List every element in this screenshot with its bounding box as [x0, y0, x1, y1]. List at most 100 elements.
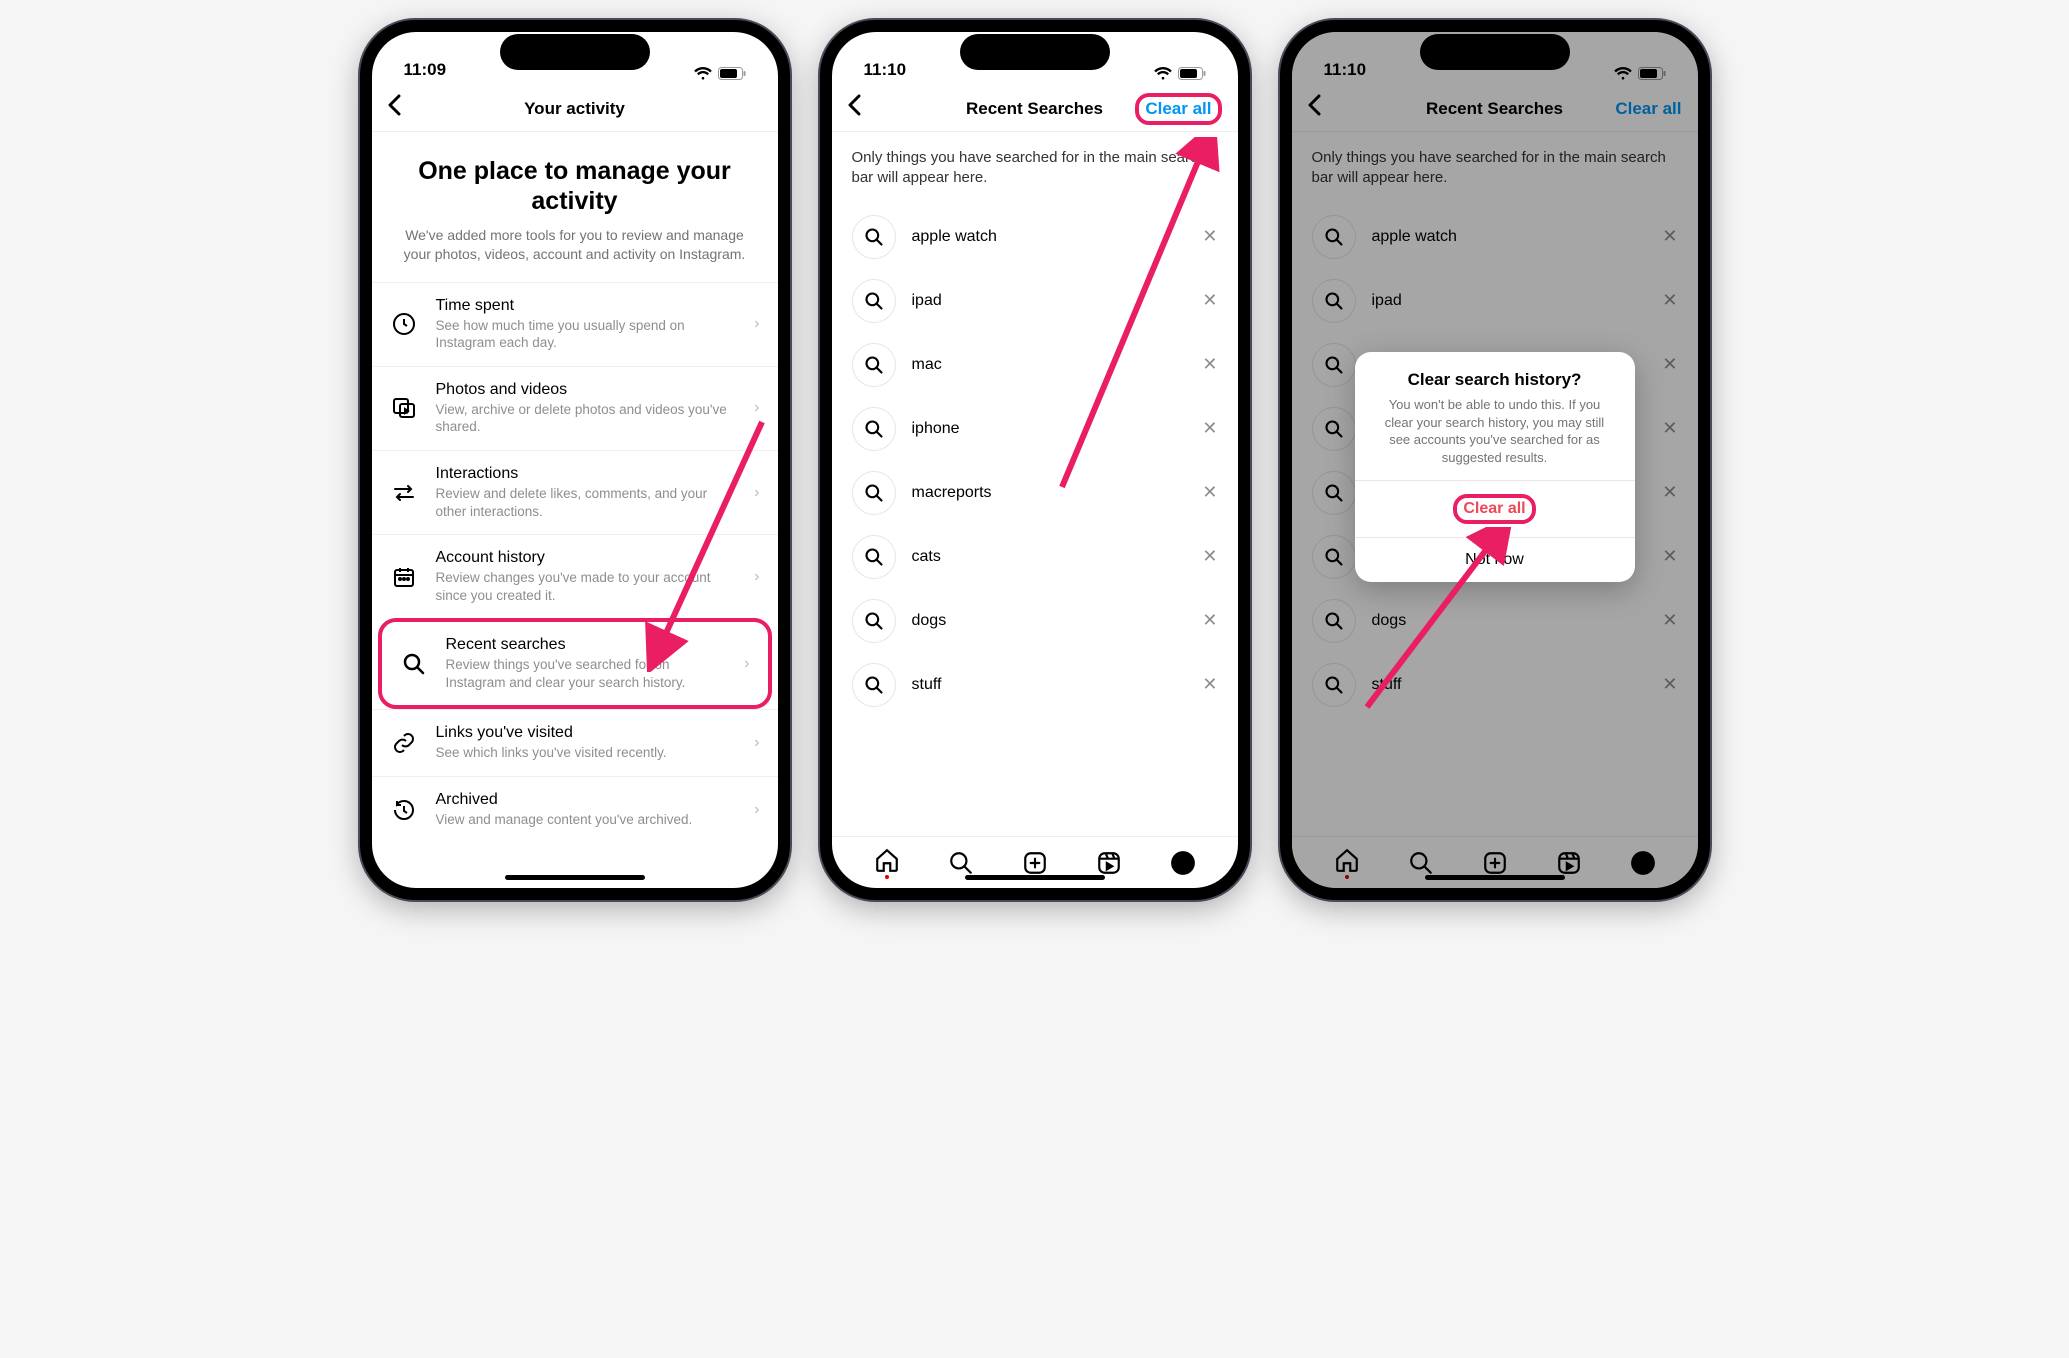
- phone-3: 11:10 Recent Searches Clear all Only thi…: [1280, 20, 1710, 900]
- remove-button[interactable]: ✕: [1202, 610, 1217, 631]
- battery-icon: [718, 67, 746, 80]
- search-term: iphone: [912, 420, 1187, 438]
- row-links-visited[interactable]: Links you've visited See which links you'…: [372, 709, 778, 776]
- search-term: stuff: [912, 676, 1187, 694]
- chevron-right-icon: ›: [754, 801, 759, 819]
- calendar-icon: [392, 565, 416, 589]
- tab-create[interactable]: [1022, 850, 1048, 876]
- chevron-right-icon: ›: [754, 315, 759, 333]
- chevron-right-icon: ›: [754, 568, 759, 586]
- row-time-spent[interactable]: Time spent See how much time you usually …: [372, 282, 778, 366]
- search-item[interactable]: dogs ✕: [832, 589, 1238, 653]
- search-term: apple watch: [912, 228, 1187, 246]
- search-icon: [852, 215, 896, 259]
- wifi-icon: [694, 67, 712, 80]
- home-indicator: [965, 875, 1105, 880]
- battery-icon: [1178, 67, 1206, 80]
- search-item[interactable]: ipad✕: [832, 269, 1238, 333]
- clear-all-button[interactable]: Clear all: [1135, 93, 1221, 125]
- row-subtitle: View and manage content you've archived.: [436, 811, 737, 829]
- dynamic-island: [960, 34, 1110, 70]
- link-icon: [392, 731, 416, 755]
- row-title: Recent searches: [446, 636, 727, 654]
- search-item[interactable]: apple watch ✕: [832, 205, 1238, 269]
- tab-search[interactable]: [948, 850, 974, 876]
- tab-bar: [832, 836, 1238, 888]
- remove-button[interactable]: ✕: [1202, 674, 1217, 695]
- search-term: mac: [912, 356, 1187, 374]
- wifi-icon: [1154, 67, 1172, 80]
- remove-button[interactable]: ✕: [1202, 290, 1217, 311]
- description-text: Only things you have searched for in the…: [832, 132, 1238, 205]
- chevron-right-icon: ›: [754, 399, 759, 417]
- row-title: Photos and videos: [436, 381, 737, 399]
- search-icon: [852, 407, 896, 451]
- search-term: cats: [912, 548, 1187, 566]
- archive-icon: [392, 798, 416, 822]
- remove-button[interactable]: ✕: [1202, 418, 1217, 439]
- nav-title: Recent Searches: [966, 99, 1103, 119]
- home-indicator: [505, 875, 645, 880]
- row-photos-videos[interactable]: Photos and videos View, archive or delete…: [372, 366, 778, 450]
- row-title: Account history: [436, 549, 737, 567]
- confirm-dialog: Clear search history? You won't be able …: [1355, 352, 1635, 582]
- search-term: macreports: [912, 484, 1187, 502]
- status-time: 11:10: [864, 60, 907, 80]
- row-subtitle: Review things you've searched for on Ins…: [446, 656, 727, 691]
- row-interactions[interactable]: InteractionsReview and delete likes, com…: [372, 450, 778, 534]
- row-title: Archived: [436, 791, 737, 809]
- search-icon: [852, 343, 896, 387]
- clock-icon: [392, 312, 416, 336]
- search-icon: [852, 279, 896, 323]
- remove-button[interactable]: ✕: [1202, 226, 1217, 247]
- back-button[interactable]: [848, 94, 861, 123]
- dialog-clear-all-label: Clear all: [1463, 500, 1525, 517]
- nav-header: Recent Searches Clear all: [832, 86, 1238, 132]
- tab-profile[interactable]: [1170, 850, 1196, 876]
- nav-header: Your activity: [372, 86, 778, 132]
- row-subtitle: View, archive or delete photos and video…: [436, 401, 737, 436]
- hero-subtitle: We've added more tools for you to review…: [394, 226, 756, 264]
- chevron-right-icon: ›: [744, 655, 749, 673]
- tab-home[interactable]: [874, 847, 900, 879]
- search-item[interactable]: mac ✕: [832, 333, 1238, 397]
- search-icon: [852, 471, 896, 515]
- hero-title: One place to manage your activity: [394, 156, 756, 216]
- row-archived[interactable]: Archived View and manage content you've a…: [372, 776, 778, 843]
- row-recent-searches[interactable]: Recent searches Review things you've sear…: [382, 622, 768, 705]
- back-button[interactable]: [388, 94, 401, 123]
- chevron-left-icon: [848, 94, 861, 116]
- chevron-left-icon: [388, 94, 401, 116]
- search-icon: [852, 599, 896, 643]
- remove-button[interactable]: ✕: [1202, 354, 1217, 375]
- dynamic-island: [500, 34, 650, 70]
- dialog-title: Clear search history?: [1375, 370, 1615, 390]
- dialog-not-now-button[interactable]: Not now: [1355, 537, 1635, 582]
- search-term: dogs: [912, 612, 1187, 630]
- phone-1: 11:09 Your activity One place to manage …: [360, 20, 790, 900]
- content-area: One place to manage your activity We've …: [372, 132, 778, 888]
- search-item[interactable]: iphone ✕: [832, 397, 1238, 461]
- row-subtitle: Review changes you've made to your accou…: [436, 569, 737, 604]
- status-time: 11:09: [404, 60, 447, 80]
- photos-icon: [392, 396, 416, 420]
- chevron-right-icon: ›: [754, 734, 759, 752]
- search-item[interactable]: cats ✕: [832, 525, 1238, 589]
- remove-button[interactable]: ✕: [1202, 482, 1217, 503]
- nav-title: Your activity: [524, 99, 625, 119]
- tab-reels[interactable]: [1096, 850, 1122, 876]
- search-item[interactable]: macreports ✕: [832, 461, 1238, 525]
- dialog-body: You won't be able to undo this. If you c…: [1375, 396, 1615, 466]
- phone-2: 11:10 Recent Searches Clear all Only thi…: [820, 20, 1250, 900]
- row-title: Time spent: [436, 297, 737, 315]
- row-account-history[interactable]: Account history Review changes you've mad…: [372, 534, 778, 618]
- remove-button[interactable]: ✕: [1202, 546, 1217, 567]
- row-subtitle: See how much time you usually spend on I…: [436, 317, 737, 352]
- row-subtitle: Review and delete likes, comments, and y…: [436, 485, 737, 520]
- dynamic-island: [1420, 34, 1570, 70]
- search-icon: [852, 663, 896, 707]
- dialog-clear-all-button[interactable]: Clear all: [1355, 480, 1635, 537]
- row-title: Links you've visited: [436, 724, 737, 742]
- row-subtitle: See which links you've visited recently.: [436, 744, 737, 762]
- search-item[interactable]: stuff ✕: [832, 653, 1238, 717]
